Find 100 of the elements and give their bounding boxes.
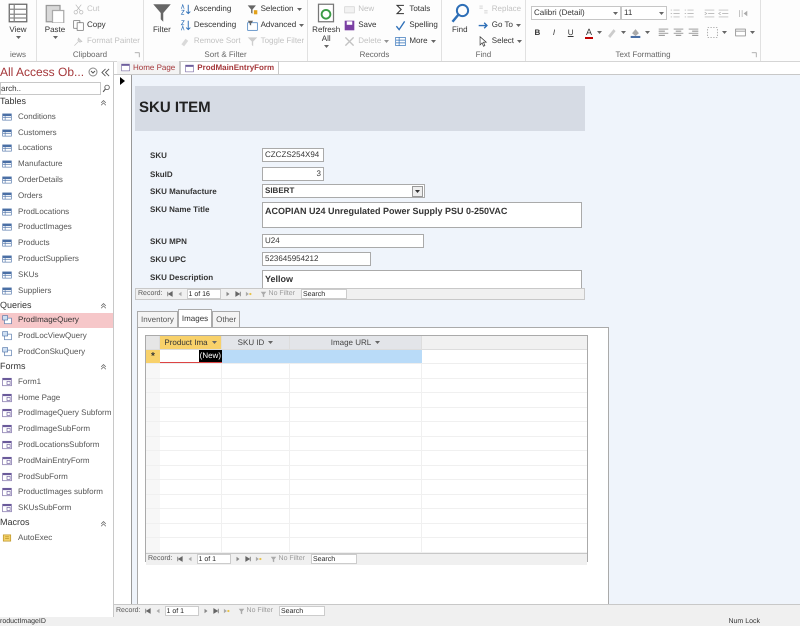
caret-icon [52, 36, 58, 39]
copy-icon [73, 20, 84, 30]
next-record-icon [224, 291, 231, 297]
tab[interactable]: Inventory [137, 311, 178, 327]
navigation-item[interactable]: ProdImageSubForm [0, 421, 113, 438]
section-header[interactable]: Forms [0, 360, 26, 374]
navigation-item[interactable]: OrderDetails [0, 172, 113, 188]
navigation-item[interactable]: ProdLocationsSubform [0, 437, 113, 453]
ribbon-button[interactable]: More [395, 34, 438, 48]
format-button[interactable]: U [564, 26, 577, 39]
sort-ascending-icon [180, 4, 191, 14]
table-cell[interactable] [290, 350, 422, 363]
column-header[interactable]: SKU ID [222, 336, 290, 349]
button-label: View [9, 25, 27, 34]
funnel-icon [246, 36, 258, 46]
column-header[interactable]: Image URL [290, 336, 422, 349]
ribbon-button[interactable]: Select [478, 34, 522, 48]
first-record-icon [166, 291, 173, 297]
navigation-item[interactable]: Locations [0, 140, 113, 156]
first-record-icon [176, 556, 183, 562]
input-field[interactable]: ACOPIAN U24 Unregulated Power Supply PSU 0-250VAC [262, 202, 582, 228]
font-color-button[interactable]: A [584, 26, 593, 39]
ribbon-button[interactable]: Copy [73, 18, 140, 32]
navigation-item[interactable]: ProdImageQuery [0, 312, 113, 328]
format-button[interactable]: B [531, 26, 544, 39]
ribbon-button[interactable]: Paste [40, 1, 70, 39]
funnel-icon [238, 608, 245, 614]
row-selector[interactable]: * [146, 350, 160, 363]
ribbon-button[interactable]: Spelling [395, 18, 438, 32]
dropdown-field[interactable]: SIBERT [262, 184, 425, 198]
ribbon-button[interactable]: Refresh All [311, 1, 342, 48]
tab[interactable]: Other [212, 311, 240, 327]
navigation-item[interactable]: Products [0, 235, 113, 252]
ribbon-button[interactable]: Go To [478, 18, 522, 32]
input-field[interactable]: 523645954212 [262, 252, 371, 266]
column-header[interactable]: Product Ima [160, 336, 222, 349]
navigation-item[interactable]: ProductImages [0, 220, 113, 236]
navigation-item[interactable]: ProductImages subform [0, 484, 113, 500]
ribbon-button[interactable]: Advanced [246, 18, 304, 32]
navigation-item[interactable]: ProdImageQuery Subform [0, 406, 113, 422]
ribbon-button[interactable]: Find [444, 1, 475, 34]
caret-icon [659, 12, 664, 14]
ribbon-button[interactable]: Descending [180, 18, 241, 32]
navigation-item[interactable]: SKUsSubForm [0, 500, 113, 516]
pointer-icon [120, 77, 125, 85]
navigation-item[interactable]: ProdConSkuQuery [0, 344, 113, 360]
ribbon-button[interactable]: View [3, 1, 33, 39]
document-tab[interactable]: Home Page [117, 61, 180, 74]
select-all-box[interactable] [146, 336, 160, 349]
font-dropdown[interactable]: Calibri (Detail) [531, 6, 622, 20]
navigation-item[interactable]: AutoExec [0, 530, 113, 546]
navigation-item[interactable]: Conditions [0, 109, 113, 125]
navigation-item[interactable]: Home Page [0, 390, 113, 406]
navigation-item[interactable]: Form1 [0, 374, 113, 390]
format-button[interactable]: I [548, 26, 560, 39]
table-cell[interactable] [222, 350, 290, 363]
delete-icon [344, 36, 356, 46]
first-record-icon [144, 608, 151, 614]
navigation-item[interactable]: ProdLocations [0, 204, 113, 220]
navigation-item[interactable]: ProductSuppliers [0, 251, 113, 267]
search-field[interactable]: arch.. [0, 82, 101, 95]
input-field[interactable]: 3 [262, 167, 324, 181]
navigation-item[interactable]: ProdSubForm [0, 468, 113, 485]
ribbon-button[interactable]: Selection [246, 2, 304, 16]
navigation-item[interactable]: Orders [0, 188, 113, 204]
field-label: SKU UPC [150, 254, 188, 266]
ribbon-button[interactable]: Save [344, 18, 390, 32]
navigation-item[interactable]: Suppliers [0, 282, 113, 299]
form-icon [121, 63, 130, 72]
section-header[interactable]: Macros [0, 516, 30, 530]
table-cell[interactable]: (New) [160, 350, 222, 363]
clipboard-icon [45, 3, 65, 23]
indent-icon [704, 8, 716, 18]
font-size-dropdown[interactable]: 11 [621, 6, 668, 20]
fill-color-icon [630, 27, 641, 38]
field-label: SKU MPN [150, 236, 188, 248]
navigation-item[interactable]: Customers [0, 124, 113, 141]
navigation-item[interactable]: ProdMainEntryForm [0, 452, 113, 469]
document-tab[interactable]: ProdMainEntryForm [180, 61, 280, 74]
ribbon-button[interactable]: Filter [146, 1, 177, 34]
navigation-item[interactable]: SKUs [0, 266, 113, 283]
ribbon-button[interactable]: Ascending [180, 2, 241, 16]
navigation-item[interactable]: Manufacture [0, 156, 113, 172]
funnel-icon [270, 556, 277, 562]
launcher-icon [134, 52, 140, 58]
input-field[interactable]: U24 [262, 234, 424, 248]
caret-icon [384, 40, 390, 42]
section-header[interactable]: Tables [0, 95, 26, 109]
ribbon-button[interactable]: Totals [395, 2, 438, 16]
search-icon [102, 84, 111, 93]
field-label: SKU [150, 150, 168, 162]
tab[interactable]: Images [178, 309, 212, 327]
highlight-icon [606, 27, 617, 38]
navigation-item[interactable]: ProdLocViewQuery [0, 328, 113, 344]
input-field[interactable]: Yellow [262, 270, 582, 289]
numbered-list-icon [684, 8, 696, 18]
input-field[interactable]: CZCZS254X94 [262, 148, 324, 162]
section-header[interactable]: Queries [0, 298, 32, 312]
next-record-icon [234, 556, 241, 562]
field-label: SkuID [150, 169, 174, 181]
